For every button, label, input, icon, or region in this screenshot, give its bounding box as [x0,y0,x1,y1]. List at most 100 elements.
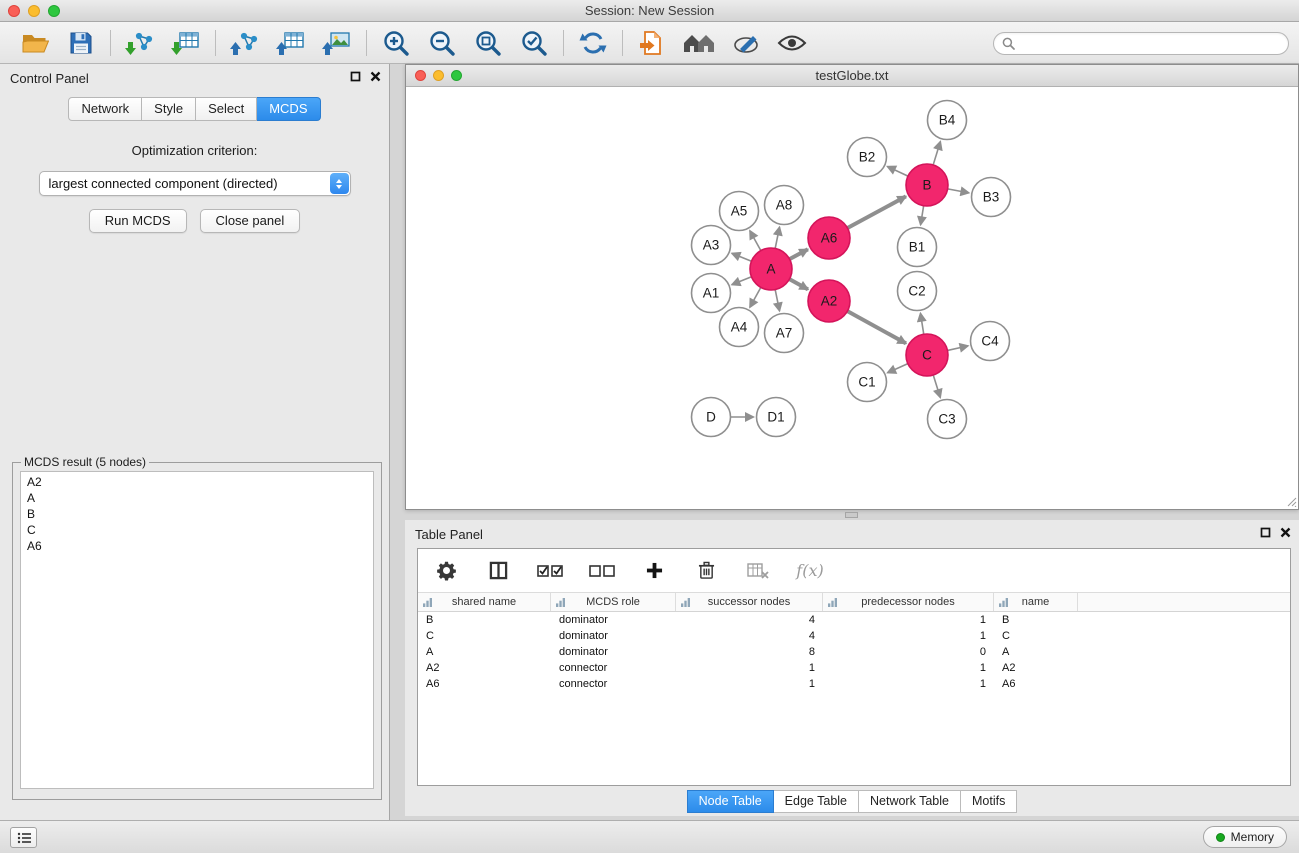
network-node[interactable]: D1 [757,398,796,437]
search-box[interactable] [993,32,1289,55]
network-view-button[interactable] [682,26,716,60]
network-edge[interactable] [750,287,761,307]
network-edge[interactable] [790,249,808,259]
mcds-result-item[interactable]: B [27,506,367,522]
zoom-fit-button[interactable] [472,26,504,60]
window-close-button[interactable] [8,5,20,17]
export-network-button[interactable] [229,26,261,60]
search-input[interactable] [1020,37,1280,51]
show-details-button[interactable] [776,26,808,60]
task-history-button[interactable] [10,827,37,848]
tab-mcds[interactable]: MCDS [257,97,320,121]
resize-grip-icon[interactable] [1285,495,1297,507]
network-edge[interactable] [947,346,968,351]
network-edge[interactable] [775,227,779,248]
tab-style[interactable]: Style [142,97,196,121]
network-close-button[interactable] [415,70,426,81]
network-node[interactable]: B1 [898,228,937,267]
function-builder-button[interactable]: f(x) [794,554,826,588]
float-table-panel-button[interactable] [1260,527,1271,538]
table-row[interactable]: A6connector11A6 [418,676,1290,692]
close-table-panel-button[interactable] [1280,527,1291,538]
mcds-result-item[interactable]: A2 [27,474,367,490]
mcds-result-list[interactable]: A2ABCA6 [20,471,374,789]
network-node[interactable]: B4 [928,101,967,140]
tab-select[interactable]: Select [196,97,257,121]
network-node[interactable]: A5 [720,192,759,231]
network-node[interactable]: A8 [765,186,804,225]
network-edge[interactable] [920,313,923,334]
network-canvas[interactable]: B4B2BB3A5A8A6B1A3AC2A1A2A4A7C4CC1DD1C3 [406,87,1298,508]
window-zoom-button[interactable] [48,5,60,17]
run-mcds-button[interactable]: Run MCDS [89,209,187,233]
close-panel-button[interactable] [370,71,381,82]
network-zoom-button[interactable] [451,70,462,81]
network-node[interactable]: A6 [808,217,850,259]
network-node[interactable]: C4 [971,322,1010,361]
network-minimize-button[interactable] [433,70,444,81]
mcds-result-item[interactable]: C [27,522,367,538]
network-node[interactable]: A4 [720,308,759,347]
zoom-out-button[interactable] [426,26,458,60]
column-visibility-button[interactable] [482,554,514,588]
close-panel-button-mcds[interactable]: Close panel [200,209,301,233]
network-edge[interactable] [847,311,906,343]
network-node[interactable]: B [906,164,948,206]
network-edge[interactable] [933,375,940,397]
network-edge[interactable] [775,290,779,311]
table-row[interactable]: Cdominator41C [418,628,1290,644]
network-edge[interactable] [948,189,969,193]
table-settings-button[interactable] [430,554,462,588]
column-header-shared-name[interactable]: shared name [418,593,551,611]
network-edge[interactable] [887,167,908,177]
network-edge[interactable] [847,196,905,228]
network-edge[interactable] [732,253,752,261]
window-minimize-button[interactable] [28,5,40,17]
table-row[interactable]: Adominator80A [418,644,1290,660]
network-node[interactable]: A1 [692,274,731,313]
network-node[interactable]: C2 [898,272,937,311]
network-window-titlebar[interactable]: testGlobe.txt [406,65,1298,87]
tab-node-table[interactable]: Node Table [687,790,774,813]
table-row[interactable]: Bdominator41B [418,612,1290,628]
import-table-button[interactable] [170,26,202,60]
add-column-button[interactable] [638,554,670,588]
open-file-button[interactable] [19,26,51,60]
mcds-result-item[interactable]: A [27,490,367,506]
mcds-result-item[interactable]: A6 [27,538,367,554]
network-node[interactable]: D [692,398,731,437]
table-row[interactable]: A2connector11A2 [418,660,1290,676]
network-edge[interactable] [921,206,924,225]
memory-button[interactable]: Memory [1203,826,1287,848]
network-node[interactable]: A7 [765,314,804,353]
network-node[interactable]: C1 [848,363,887,402]
deselect-all-button[interactable] [586,554,618,588]
annotation-button[interactable] [730,26,762,60]
network-edge[interactable] [750,231,761,251]
export-image-button[interactable] [321,26,353,60]
network-edge[interactable] [789,279,808,289]
network-node[interactable]: B2 [848,138,887,177]
delete-table-button[interactable] [742,554,774,588]
tab-edge-table[interactable]: Edge Table [774,790,859,813]
column-header-successor-nodes[interactable]: successor nodes [676,593,823,611]
refresh-layout-button[interactable] [577,26,609,60]
panel-splitter-handle[interactable] [845,512,858,518]
select-all-button[interactable] [534,554,566,588]
delete-column-button[interactable] [690,554,722,588]
tab-network[interactable]: Network [68,97,142,121]
network-edge[interactable] [732,277,752,285]
tab-network-table[interactable]: Network Table [859,790,961,813]
zoom-in-button[interactable] [380,26,412,60]
network-node[interactable]: C [906,334,948,376]
network-node[interactable]: B3 [972,178,1011,217]
zoom-selected-button[interactable] [518,26,550,60]
network-node[interactable]: A2 [808,280,850,322]
import-network-button[interactable] [124,26,156,60]
tab-motifs[interactable]: Motifs [961,790,1017,813]
document-export-button[interactable] [636,26,668,60]
network-edge[interactable] [933,142,940,165]
column-header-name[interactable]: name [994,593,1078,611]
float-panel-button[interactable] [350,71,361,82]
network-node[interactable]: A3 [692,226,731,265]
